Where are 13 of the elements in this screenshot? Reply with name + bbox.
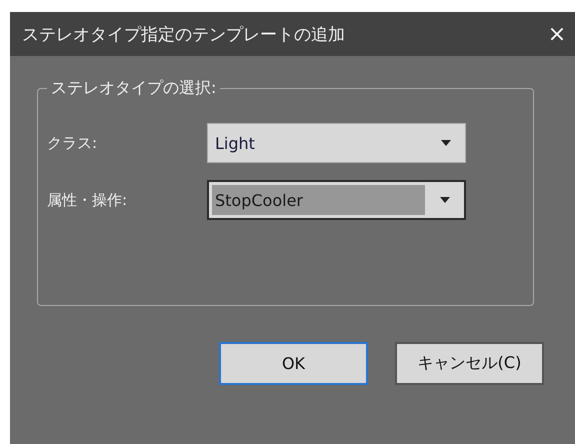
close-button[interactable]: × — [539, 22, 575, 46]
dropdown-value: StopCooler — [212, 185, 425, 215]
field-label: 属性・操作: — [47, 190, 128, 210]
dialog-button[interactable]: OK — [219, 342, 368, 385]
field-label: クラス: — [47, 134, 98, 152]
caret-icon — [441, 140, 451, 146]
caret-icon — [440, 197, 450, 203]
group-title: ステレオタイプの選択: — [50, 78, 218, 99]
dropdown[interactable]: StopCooler — [207, 180, 466, 220]
dropdown-value: Light — [215, 134, 255, 152]
dialog-button[interactable]: キャンセル(C) — [395, 342, 544, 385]
window-title: ステレオタイプ指定のテンプレートの追加 — [22, 24, 345, 46]
dropdown[interactable]: Light — [207, 123, 466, 163]
